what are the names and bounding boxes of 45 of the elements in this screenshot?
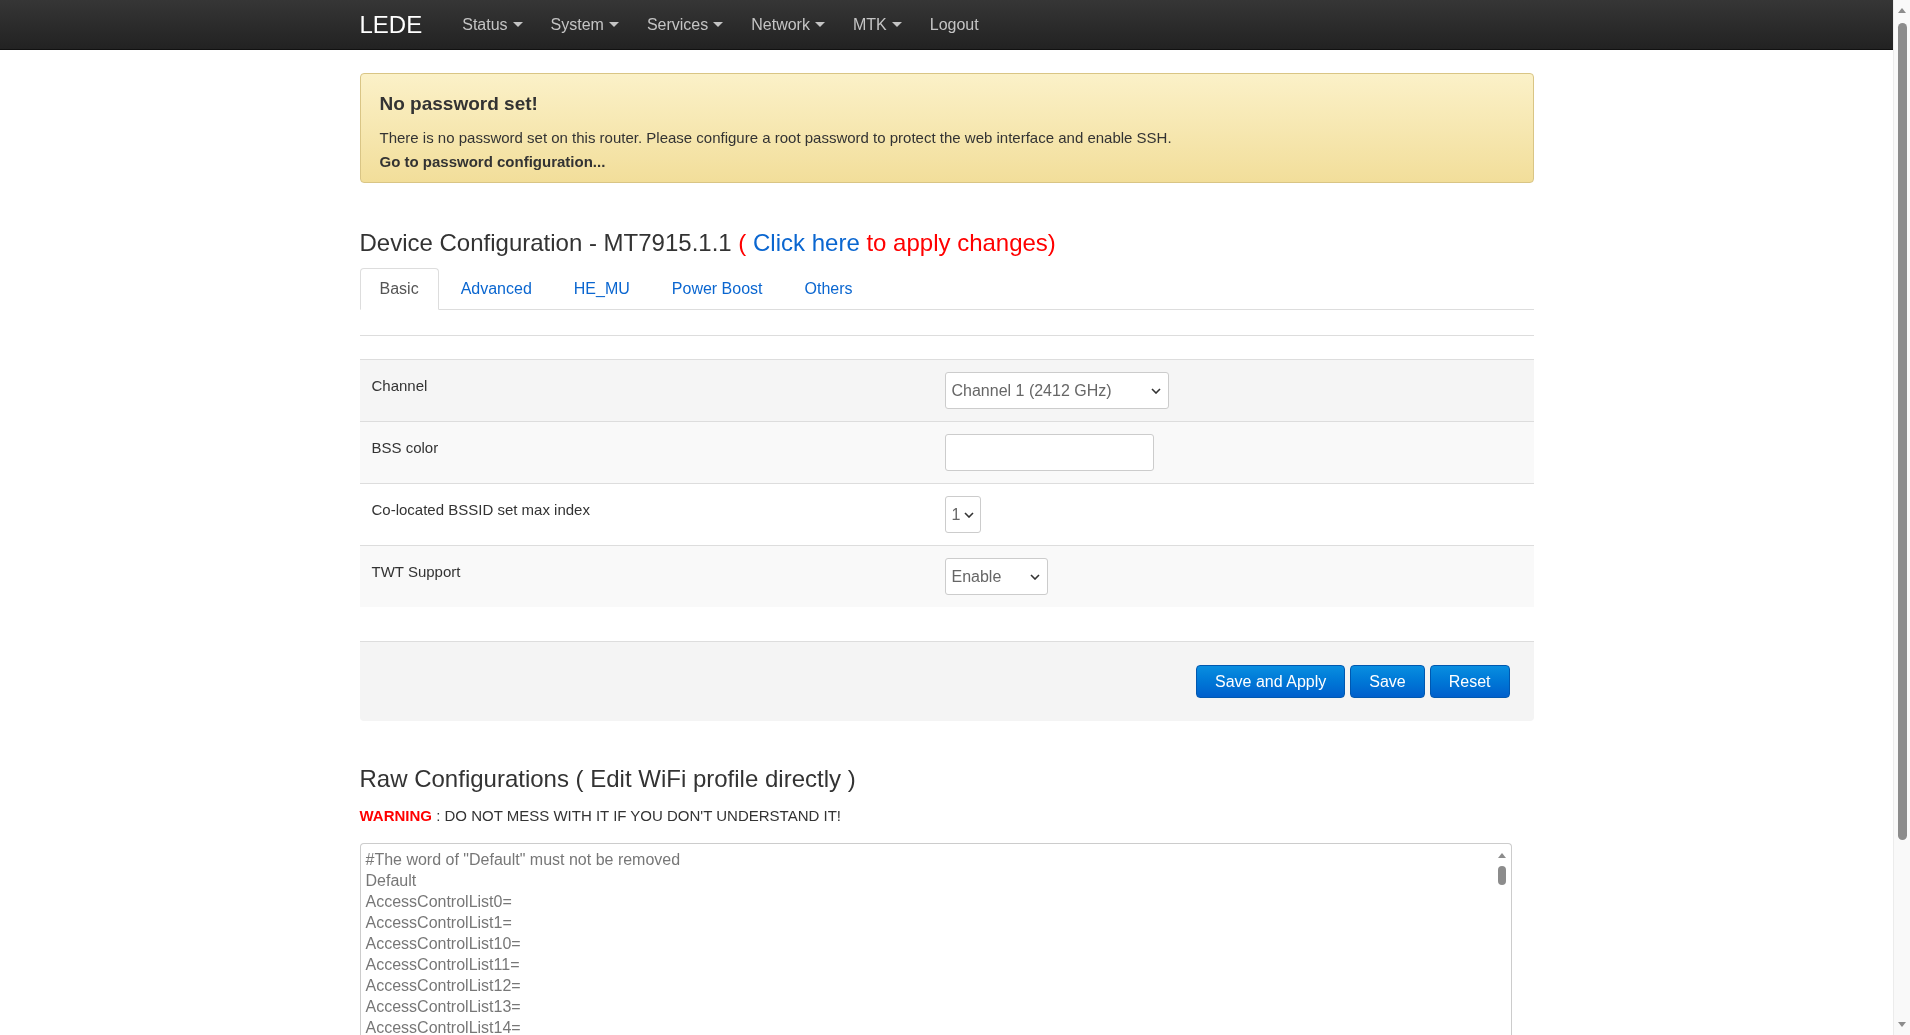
caret-icon bbox=[713, 22, 724, 27]
nav-menu-item[interactable]: Logout bbox=[915, 0, 993, 50]
alert-title: No password set! bbox=[379, 92, 539, 116]
caret-icon bbox=[814, 22, 825, 27]
dropdown-select[interactable]: 1 bbox=[944, 496, 981, 533]
nav-menu-item[interactable]: Network bbox=[737, 0, 839, 50]
password-config-link[interactable]: Go to password configuration... bbox=[379, 153, 606, 170]
nav-menu-item[interactable]: Services bbox=[632, 0, 738, 50]
up-arrow-icon[interactable] bbox=[1497, 853, 1506, 858]
action-button[interactable]: Save bbox=[1350, 665, 1425, 698]
action-button[interactable]: Save and Apply bbox=[1196, 665, 1346, 698]
tab[interactable]: Advanced bbox=[440, 268, 552, 310]
tab[interactable]: Power Boost bbox=[651, 268, 783, 310]
chevron-down-icon bbox=[1029, 573, 1040, 580]
up-arrow-icon[interactable] bbox=[1898, 8, 1906, 13]
field-label: Co-located BSSID set max index bbox=[371, 501, 590, 518]
brand-logo[interactable]: LEDE bbox=[359, 9, 423, 40]
text-input[interactable] bbox=[944, 434, 1154, 471]
tab[interactable]: Basic bbox=[359, 268, 439, 310]
tab[interactable]: HE_MU bbox=[553, 268, 650, 310]
config-textarea[interactable]: #The word of "Default" must not be removed Default AccessControlList0= AccessControlList1= AccessControlList10= AccessControlList11= AccessControlList12= AccessControlList13= AccessControlList14= bbox=[359, 843, 1512, 1035]
nav-menu-item[interactable]: Status bbox=[448, 0, 537, 50]
scrollbar-thumb[interactable] bbox=[1897, 23, 1907, 840]
chevron-down-icon bbox=[1150, 387, 1161, 394]
dropdown-select[interactable]: Channel 1 (2412 GHz) bbox=[944, 372, 1169, 409]
chevron-down-icon bbox=[964, 511, 975, 518]
warning-text: WARNING : DO NOT MESS WITH IT IF YOU DON'T UNDERSTAND IT! bbox=[359, 807, 841, 824]
nav-menu-item[interactable]: System bbox=[536, 0, 633, 50]
down-arrow-icon[interactable] bbox=[1898, 1022, 1906, 1027]
field-label: BSS color bbox=[371, 439, 439, 456]
section-heading: Device Configuration - MT7915.1.1 ( Click here to apply changes) bbox=[359, 229, 1056, 256]
apply-changes-link[interactable]: Click here bbox=[753, 229, 860, 256]
section-heading: Raw Configurations ( Edit WiFi profile directly ) bbox=[359, 765, 856, 792]
action-button[interactable]: Reset bbox=[1429, 665, 1510, 698]
caret-icon bbox=[608, 22, 619, 27]
caret-icon bbox=[512, 22, 523, 27]
caret-icon bbox=[891, 22, 902, 27]
page-scrollbar[interactable] bbox=[1893, 0, 1910, 1035]
scrollbar-thumb[interactable] bbox=[1497, 866, 1506, 885]
nav-menu-item[interactable]: MTK bbox=[838, 0, 916, 50]
field-label: Channel bbox=[371, 377, 428, 394]
dropdown-select[interactable]: Enable bbox=[944, 558, 1048, 595]
tab[interactable]: Others bbox=[784, 268, 873, 310]
field-label: TWT Support bbox=[371, 563, 461, 580]
alert-message: There is no password set on this router. Please configure a root password to protect the web interface and enable SSH. bbox=[379, 129, 1172, 146]
